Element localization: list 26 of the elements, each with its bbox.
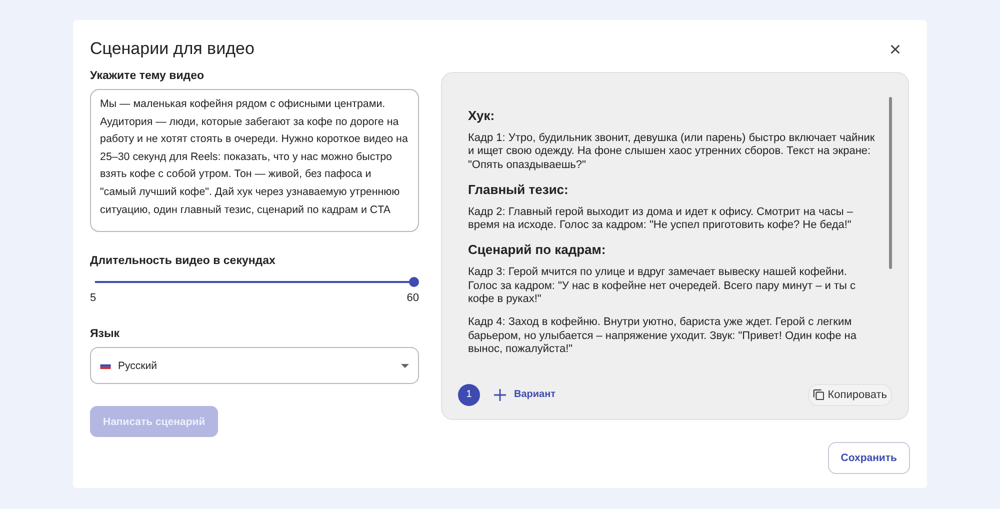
- caret-icon: [401, 364, 409, 368]
- script-paragraph: Кадр 2: Главный герой выходит из дома и идет к офису. Смотрит на часы – время на исходе. Голос за кадром: "Не успел приготовить кофе? Не беда!": [468, 206, 854, 232]
- flag-icon: [100, 362, 111, 369]
- field-label: Длительность видео в секундах: [90, 255, 276, 267]
- field-label: Язык: [90, 328, 120, 340]
- field-label: Укажите тему видео: [90, 70, 204, 82]
- section-heading: Главный тезис:: [468, 182, 570, 197]
- language-select[interactable]: Русский: [90, 347, 419, 384]
- text-area[interactable]: Мы — маленькая кофейня рядом с офисными центрами. Аудитория — люди, которые забегают за кофе по дороге на работу и не хотят стоять в очереди. Нужно короткое видео на 25–30 секунд для Reels: показать, что у нас можно быстро взять кофе с собой утром. Тон — живой, без пафоса и "самый лучший кофе". Дай хук через узнаваемую утреннюю ситуацию, один главный тезис, сценарий по кадрам и CTA: [90, 89, 419, 232]
- variant-button[interactable]: 1: [458, 384, 480, 406]
- add-variant-button[interactable]: Вариант: [488, 388, 562, 401]
- close-button[interactable]: ×: [885, 42, 905, 58]
- dialog-title: Сценарии для видео: [90, 39, 254, 59]
- section-heading: Хук:: [468, 108, 496, 123]
- slider-min: 5: [90, 292, 96, 304]
- script-paragraph: Кадр 4: Заход в кофейню. Внутри уютно, бариста уже ждет. Герой с легким барьером, но улыбается – напряжение уходит. Звук: "Привет! Один кофе на вынос, пожалуйста!": [468, 316, 858, 356]
- slider-thumb[interactable]: [409, 277, 419, 287]
- copy-icon: [812, 389, 824, 400]
- copy-button[interactable]: Копировать: [808, 384, 892, 406]
- section-heading: Сценарий по кадрам:: [468, 242, 607, 258]
- script-paragraph: Кадр 1: Утро, будильник звонит, девушка (или парень) быстро включает чайник и ищет свою одежду. На фоне слышен хаос утренних сборов. Текст на экране: "Опять опаздываешь?": [468, 132, 876, 172]
- scrollbar[interactable]: [889, 97, 892, 269]
- script-paragraph: Кадр 3: Герой мчится по улице и вдруг замечает вывеску нашей кофейни. Голос за кадром: "У нас в кофейне нет очередей. Всего пару минут – и ты с кофе в руках!": [468, 266, 856, 306]
- plus-icon: [494, 388, 506, 401]
- slider-max: 60: [406, 292, 419, 304]
- save-button[interactable]: Сохранить: [828, 442, 910, 474]
